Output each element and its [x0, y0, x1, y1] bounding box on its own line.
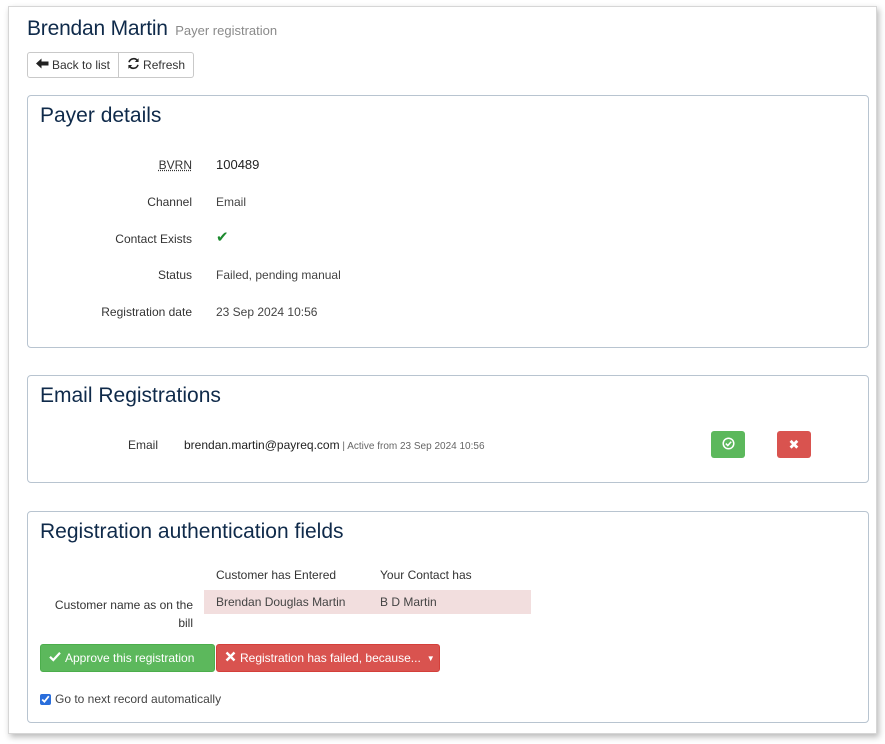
bvrn-label: BVRN: [158, 158, 192, 172]
auto-next-option[interactable]: Go to next record automatically: [40, 692, 221, 706]
toolbar: Back to list Refresh: [27, 52, 195, 78]
back-to-list-label: Back to list: [52, 58, 111, 72]
arrow-left-icon: [36, 58, 49, 72]
approve-email-button[interactable]: [711, 431, 745, 458]
back-to-list-button[interactable]: Back to list: [27, 52, 120, 78]
bvrn-value: 100489: [216, 157, 260, 172]
check-icon: ✔: [216, 229, 229, 246]
approve-registration-button[interactable]: Approve this registration: [40, 644, 215, 672]
registration-date-label: Registration date: [101, 305, 192, 319]
reject-email-button[interactable]: ✖: [777, 431, 811, 458]
auth-fields-title: Registration authentication fields: [40, 520, 344, 543]
payer-details-panel: Payer details BVRN 100489 Channel Email …: [27, 95, 869, 348]
page-header: Brendan Martin Payer registration: [27, 17, 277, 41]
page-title: Brendan Martin: [27, 17, 168, 40]
auto-next-checkbox[interactable]: [40, 693, 51, 705]
auth-fields-panel: Registration authentication fields Custo…: [27, 511, 869, 723]
customer-name-label: Customer name as on the bill: [54, 598, 193, 630]
check-icon: [49, 651, 61, 665]
column-header-entered: Customer has Entered: [216, 568, 337, 582]
email-registrations-title: Email Registrations: [40, 384, 221, 407]
email-active-since: | Active from 23 Sep 2024 10:56: [339, 441, 485, 452]
page-subtitle: Payer registration: [175, 23, 278, 38]
close-icon: ✖: [788, 436, 800, 452]
email-address: brendan.martin@payreq.com | Active from …: [184, 438, 485, 452]
approve-registration-label: Approve this registration: [65, 651, 195, 665]
registration-failed-dropdown[interactable]: Registration has failed, because... ▼: [216, 644, 440, 672]
email-registrations-panel: Email Registrations Email brendan.martin…: [27, 375, 869, 483]
email-address-value: brendan.martin@payreq.com: [184, 438, 340, 452]
caret-down-icon: ▼: [426, 653, 435, 663]
entered-name-value: Brendan Douglas Martin: [216, 595, 346, 609]
close-icon: [225, 651, 236, 665]
payer-details-title: Payer details: [40, 104, 162, 127]
column-header-contact: Your Contact has: [380, 568, 472, 582]
channel-value: Email: [216, 195, 247, 209]
registration-failed-label: Registration has failed, because...: [240, 651, 421, 665]
registration-date-value: 23 Sep 2024 10:56: [216, 305, 318, 319]
channel-label: Channel: [147, 195, 192, 209]
status-value: Failed, pending manual: [216, 268, 341, 282]
status-label: Status: [157, 268, 192, 282]
contact-name-value: B D Martin: [380, 595, 437, 609]
refresh-button[interactable]: Refresh: [119, 52, 195, 78]
auto-next-label: Go to next record automatically: [55, 692, 222, 706]
contact-exists-label: Contact Exists: [115, 232, 192, 246]
refresh-icon: [127, 57, 140, 73]
comparison-row: Brendan Douglas Martin B D Martin: [204, 590, 531, 614]
check-circle-icon: [721, 436, 735, 453]
email-label: Email: [128, 438, 159, 452]
refresh-label: Refresh: [143, 58, 186, 72]
page-frame: Brendan Martin Payer registration Back t…: [8, 6, 877, 734]
